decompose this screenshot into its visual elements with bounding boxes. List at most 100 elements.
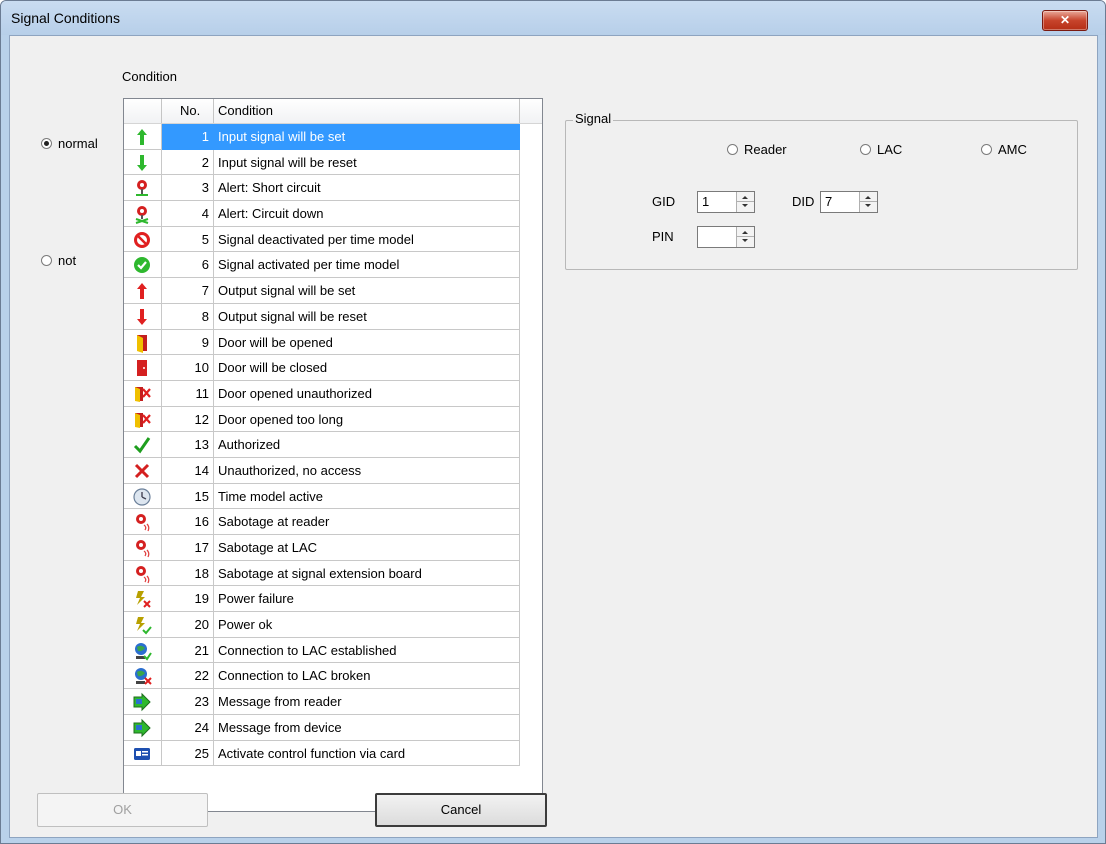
table-row[interactable]: 15 Time model active: [124, 483, 520, 510]
row-condition-text[interactable]: Signal deactivated per time model: [214, 226, 520, 253]
row-condition-text[interactable]: Message from device: [214, 714, 520, 741]
row-icon-cell[interactable]: [124, 226, 162, 253]
pin-spinner[interactable]: [697, 226, 755, 248]
row-condition-text[interactable]: Time model active: [214, 483, 520, 510]
source-reader-radio[interactable]: Reader: [727, 142, 807, 161]
row-condition-text[interactable]: Output signal will be set: [214, 278, 520, 304]
table-row[interactable]: 9 Door will be opened: [124, 329, 520, 356]
row-number[interactable]: 9: [162, 329, 214, 356]
row-condition-text[interactable]: Sabotage at reader: [214, 509, 520, 535]
row-number[interactable]: 13: [162, 432, 214, 458]
row-number[interactable]: 23: [162, 689, 214, 715]
row-icon-cell[interactable]: [124, 329, 162, 356]
radio-indicator[interactable]: [727, 144, 738, 155]
table-row[interactable]: 19 Power failure: [124, 586, 520, 613]
row-number[interactable]: 25: [162, 740, 214, 767]
table-row[interactable]: 7 Output signal will be set: [124, 278, 520, 304]
row-icon-cell[interactable]: [124, 406, 162, 433]
row-icon-cell[interactable]: [124, 201, 162, 227]
table-row[interactable]: 2 Input signal will be reset: [124, 149, 520, 176]
table-row[interactable]: 18 Sabotage at signal extension board: [124, 560, 520, 587]
did-value[interactable]: 7: [825, 194, 832, 209]
row-number[interactable]: 6: [162, 252, 214, 279]
row-condition-text[interactable]: Alert: Short circuit: [214, 175, 520, 202]
row-condition-text[interactable]: Door will be opened: [214, 329, 520, 356]
table-row[interactable]: 5 Signal deactivated per time model: [124, 226, 520, 253]
row-number[interactable]: 10: [162, 355, 214, 381]
row-number[interactable]: 16: [162, 509, 214, 535]
table-row[interactable]: 20 Power ok: [124, 612, 520, 638]
table-row[interactable]: 13 Authorized: [124, 432, 520, 458]
row-number[interactable]: 2: [162, 149, 214, 176]
gid-spinner[interactable]: 1: [697, 191, 755, 213]
row-condition-text[interactable]: Door opened too long: [214, 406, 520, 433]
table-row[interactable]: 16 Sabotage at reader: [124, 509, 520, 535]
row-number[interactable]: 11: [162, 380, 214, 407]
table-row[interactable]: 3 Alert: Short circuit: [124, 175, 520, 202]
header-no-column[interactable]: No.: [162, 99, 214, 123]
row-condition-text[interactable]: Authorized: [214, 432, 520, 458]
row-condition-text[interactable]: Unauthorized, no access: [214, 457, 520, 484]
row-condition-text[interactable]: Connection to LAC established: [214, 637, 520, 664]
row-icon-cell[interactable]: [124, 175, 162, 202]
row-number[interactable]: 22: [162, 663, 214, 690]
row-icon-cell[interactable]: [124, 278, 162, 304]
row-condition-text[interactable]: Activate control function via card: [214, 740, 520, 767]
row-condition-text[interactable]: Input signal will be set: [214, 124, 520, 150]
row-number[interactable]: 18: [162, 560, 214, 587]
row-icon-cell[interactable]: [124, 535, 162, 561]
row-number[interactable]: 14: [162, 457, 214, 484]
row-condition-text[interactable]: Power failure: [214, 586, 520, 613]
row-number[interactable]: 17: [162, 535, 214, 561]
table-row[interactable]: 4 Alert: Circuit down: [124, 201, 520, 227]
cancel-button[interactable]: Cancel: [375, 793, 547, 827]
table-row[interactable]: 23 Message from reader: [124, 689, 520, 715]
row-number[interactable]: 20: [162, 612, 214, 638]
row-number[interactable]: 21: [162, 637, 214, 664]
row-icon-cell[interactable]: [124, 560, 162, 587]
pin-spin-buttons[interactable]: [736, 227, 754, 247]
row-condition-text[interactable]: Connection to LAC broken: [214, 663, 520, 690]
source-lac-radio[interactable]: LAC: [860, 142, 930, 161]
row-number[interactable]: 15: [162, 483, 214, 510]
row-number[interactable]: 19: [162, 586, 214, 613]
table-row[interactable]: 14 Unauthorized, no access: [124, 457, 520, 484]
row-condition-text[interactable]: Signal activated per time model: [214, 252, 520, 279]
row-number[interactable]: 7: [162, 278, 214, 304]
radio-indicator[interactable]: [41, 255, 52, 266]
row-icon-cell[interactable]: [124, 586, 162, 613]
table-row[interactable]: 21 Connection to LAC established: [124, 637, 520, 664]
row-icon-cell[interactable]: [124, 509, 162, 535]
did-spin-buttons[interactable]: [859, 192, 877, 212]
condition-list[interactable]: No. Condition 1 Input signal will be set 2…: [123, 98, 543, 812]
mode-not-radio[interactable]: not: [41, 253, 131, 272]
row-icon-cell[interactable]: [124, 355, 162, 381]
row-icon-cell[interactable]: [124, 457, 162, 484]
table-row[interactable]: 1 Input signal will be set: [124, 124, 520, 150]
row-icon-cell[interactable]: [124, 124, 162, 150]
close-button[interactable]: ✕: [1042, 10, 1088, 31]
row-condition-text[interactable]: Alert: Circuit down: [214, 201, 520, 227]
row-number[interactable]: 5: [162, 226, 214, 253]
row-number[interactable]: 4: [162, 201, 214, 227]
row-icon-cell[interactable]: [124, 663, 162, 690]
table-row[interactable]: 8 Output signal will be reset: [124, 303, 520, 330]
source-amc-radio[interactable]: AMC: [981, 142, 1051, 161]
gid-spin-buttons[interactable]: [736, 192, 754, 212]
row-condition-text[interactable]: Message from reader: [214, 689, 520, 715]
table-row[interactable]: 22 Connection to LAC broken: [124, 663, 520, 690]
mode-normal-radio[interactable]: normal: [41, 136, 131, 155]
row-condition-text[interactable]: Door will be closed: [214, 355, 520, 381]
row-condition-text[interactable]: Input signal will be reset: [214, 149, 520, 176]
did-spinner[interactable]: 7: [820, 191, 878, 213]
table-row[interactable]: 25 Activate control function via card: [124, 740, 520, 767]
row-icon-cell[interactable]: [124, 380, 162, 407]
row-condition-text[interactable]: Sabotage at LAC: [214, 535, 520, 561]
table-row[interactable]: 6 Signal activated per time model: [124, 252, 520, 279]
row-icon-cell[interactable]: [124, 483, 162, 510]
radio-indicator[interactable]: [860, 144, 871, 155]
row-number[interactable]: 3: [162, 175, 214, 202]
row-icon-cell[interactable]: [124, 612, 162, 638]
row-number[interactable]: 1: [162, 124, 214, 150]
row-number[interactable]: 8: [162, 303, 214, 330]
